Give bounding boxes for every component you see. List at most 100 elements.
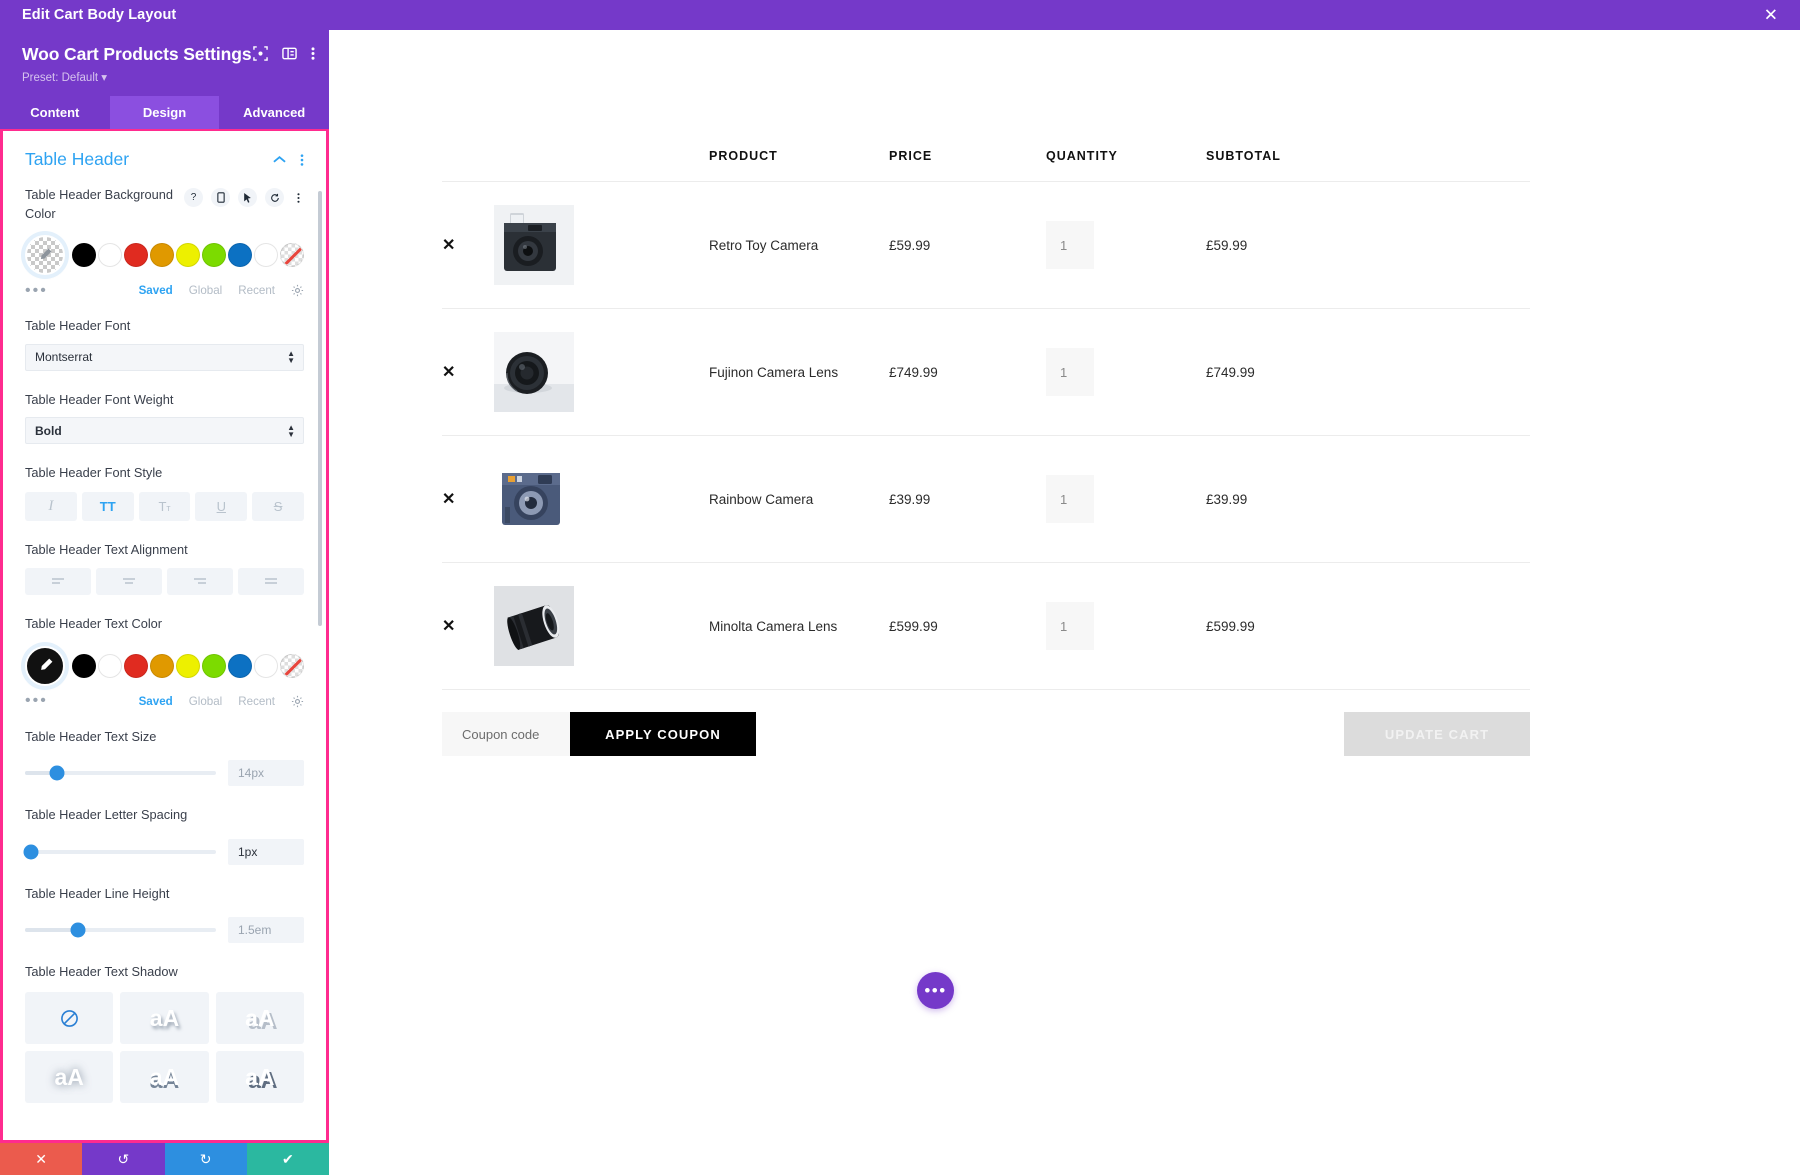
- bg-swatch-black[interactable]: [72, 243, 96, 267]
- text-swatch-black[interactable]: [72, 654, 96, 678]
- text-swatch-white-2[interactable]: [254, 654, 278, 678]
- help-icon[interactable]: ?: [184, 188, 203, 207]
- tab-design[interactable]: Design: [110, 96, 220, 129]
- shadow-preset-5[interactable]: aA: [216, 1051, 304, 1103]
- undo-button[interactable]: ↺: [82, 1143, 164, 1175]
- bg-swatch-white-2[interactable]: [254, 243, 278, 267]
- quantity-input[interactable]: 1: [1046, 221, 1094, 269]
- reset-icon[interactable]: [265, 188, 284, 207]
- quantity-input[interactable]: 1: [1046, 348, 1094, 396]
- column-header-product: PRODUCT: [709, 149, 889, 163]
- section-header-table-header[interactable]: Table Header: [25, 149, 304, 170]
- shadow-preset-none[interactable]: [25, 992, 113, 1044]
- text-size-value[interactable]: 14px: [228, 760, 304, 786]
- bg-swatch-none[interactable]: [280, 243, 304, 267]
- remove-item-icon[interactable]: ✕: [442, 618, 455, 635]
- text-color-recent-link[interactable]: Recent: [238, 695, 275, 708]
- cursor-icon[interactable]: [238, 188, 257, 207]
- text-swatch-none[interactable]: [280, 654, 304, 678]
- gear-icon[interactable]: [291, 284, 304, 297]
- bg-swatch-yellow[interactable]: [176, 243, 200, 267]
- field-header-text-shadow: Table Header Text Shadow aA aA aA aA aA: [25, 963, 304, 1103]
- text-shadow-presets: aA aA aA aA aA: [25, 992, 304, 1103]
- tab-content[interactable]: Content: [0, 96, 110, 129]
- cancel-button[interactable]: ✕: [0, 1143, 82, 1175]
- text-color-saved-link[interactable]: Saved: [139, 695, 173, 708]
- quantity-input[interactable]: 1: [1046, 602, 1094, 650]
- section-title: Table Header: [25, 149, 259, 170]
- bg-swatch-blue[interactable]: [228, 243, 252, 267]
- gear-icon[interactable]: [291, 695, 304, 708]
- remove-item-icon[interactable]: ✕: [442, 491, 455, 508]
- text-size-slider-knob[interactable]: [50, 766, 65, 781]
- mobile-icon[interactable]: [211, 188, 230, 207]
- bg-color-more-dots[interactable]: •••: [25, 286, 48, 296]
- align-justify-icon[interactable]: [238, 568, 304, 595]
- text-swatch-orange[interactable]: [150, 654, 174, 678]
- text-swatch-blue[interactable]: [228, 654, 252, 678]
- apply-coupon-button[interactable]: APPLY COUPON: [570, 712, 756, 756]
- bg-color-saved-link[interactable]: Saved: [139, 284, 173, 297]
- bg-color-global-link[interactable]: Global: [189, 284, 223, 297]
- cart-table: PRODUCT PRICE QUANTITY SUBTOTAL ✕: [442, 130, 1530, 756]
- redo-button[interactable]: ↻: [165, 1143, 247, 1175]
- save-button[interactable]: ✔: [247, 1143, 329, 1175]
- fujinon-camera-lens-thumbnail[interactable]: [494, 332, 574, 412]
- font-select-value: Montserrat: [35, 350, 92, 364]
- line-height-slider[interactable]: [25, 928, 216, 932]
- line-height-slider-knob[interactable]: [71, 923, 86, 938]
- capitalize-button[interactable]: Tт: [139, 492, 191, 521]
- font-weight-select[interactable]: Bold ▲▼: [25, 417, 304, 444]
- floating-more-button[interactable]: •••: [917, 972, 954, 1009]
- strikethrough-button[interactable]: S: [252, 492, 304, 521]
- shadow-preset-4[interactable]: aA: [120, 1051, 208, 1103]
- rainbow-camera-thumbnail[interactable]: [494, 459, 574, 539]
- bg-swatch-white[interactable]: [98, 243, 122, 267]
- shadow-preset-2[interactable]: aA: [216, 992, 304, 1044]
- shadow-preset-1[interactable]: aA: [120, 992, 208, 1044]
- bg-swatch-green[interactable]: [202, 243, 226, 267]
- line-height-value[interactable]: 1.5em: [228, 917, 304, 943]
- update-cart-button[interactable]: UPDATE CART: [1344, 712, 1530, 756]
- window-title: Edit Cart Body Layout: [22, 7, 176, 23]
- minolta-camera-lens-thumbnail[interactable]: [494, 586, 574, 666]
- target-icon[interactable]: [253, 46, 268, 61]
- font-select[interactable]: Montserrat ▲▼: [25, 344, 304, 371]
- preset-selector[interactable]: Preset: Default ▾: [22, 70, 311, 84]
- underline-button[interactable]: U: [195, 492, 247, 521]
- align-center-icon[interactable]: [96, 568, 162, 595]
- align-left-icon[interactable]: [25, 568, 91, 595]
- text-swatch-selected-black[interactable]: [25, 646, 65, 686]
- bg-color-recent-link[interactable]: Recent: [238, 284, 275, 297]
- bg-swatch-orange[interactable]: [150, 243, 174, 267]
- letter-spacing-value[interactable]: 1px: [228, 839, 304, 865]
- panel-scrollbar[interactable]: [318, 191, 322, 626]
- more-vertical-icon[interactable]: [311, 46, 315, 61]
- text-swatch-white[interactable]: [98, 654, 122, 678]
- shadow-preset-3[interactable]: aA: [25, 1051, 113, 1103]
- remove-item-icon[interactable]: ✕: [442, 364, 455, 381]
- align-right-icon[interactable]: [167, 568, 233, 595]
- tab-advanced[interactable]: Advanced: [219, 96, 329, 129]
- bg-swatch-red[interactable]: [124, 243, 148, 267]
- letter-spacing-slider-knob[interactable]: [23, 844, 38, 859]
- retro-toy-camera-thumbnail[interactable]: [494, 205, 574, 285]
- text-swatch-yellow[interactable]: [176, 654, 200, 678]
- close-icon[interactable]: ✕: [1764, 7, 1778, 24]
- remove-item-icon[interactable]: ✕: [442, 237, 455, 254]
- bg-swatch-selected-transparent[interactable]: [25, 235, 65, 275]
- section-more-vertical-icon[interactable]: [300, 153, 304, 167]
- letter-spacing-slider[interactable]: [25, 850, 216, 854]
- layout-icon[interactable]: [282, 46, 297, 61]
- italic-button[interactable]: I: [25, 492, 77, 521]
- bg-color-more-vertical-icon[interactable]: [292, 188, 304, 207]
- coupon-code-input[interactable]: Coupon code: [442, 712, 570, 756]
- text-size-slider[interactable]: [25, 771, 216, 775]
- text-color-global-link[interactable]: Global: [189, 695, 223, 708]
- text-swatch-green[interactable]: [202, 654, 226, 678]
- uppercase-button[interactable]: TT: [82, 492, 134, 521]
- text-color-more-dots[interactable]: •••: [25, 696, 48, 706]
- quantity-input[interactable]: 1: [1046, 475, 1094, 523]
- text-swatch-red[interactable]: [124, 654, 148, 678]
- chevron-up-icon[interactable]: [273, 155, 286, 164]
